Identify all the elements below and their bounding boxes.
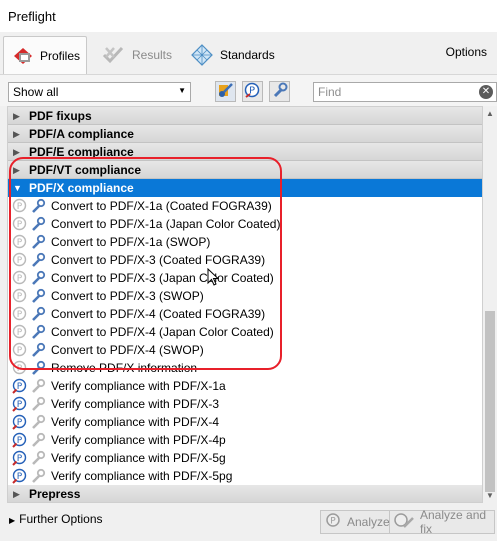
bottom-bar: ▶ Further Options P Analyze Analyze and f… bbox=[0, 503, 497, 541]
list-scrollbar[interactable]: ▲ ▼ bbox=[483, 106, 497, 503]
tab-standards-label: Standards bbox=[220, 48, 275, 62]
standards-icon bbox=[190, 44, 214, 66]
tab-results[interactable]: Results bbox=[92, 36, 180, 74]
profile-item-label: Verify compliance with PDF/X-5g bbox=[51, 451, 226, 465]
profile-item[interactable]: P Verify compliance with PDF/X-5pg bbox=[8, 467, 482, 485]
category-prepress[interactable]: ▶ Prepress bbox=[8, 485, 482, 502]
preflight-check-icon: P bbox=[244, 82, 261, 102]
mouse-cursor-icon bbox=[207, 267, 220, 290]
red-highlight-outline bbox=[9, 157, 282, 370]
filter-toolbar: Show all ▼ P ✕ bbox=[0, 74, 497, 106]
tab-bar: Profiles Results Standards Options bbox=[0, 32, 497, 74]
category-label: PDF/A compliance bbox=[29, 127, 134, 141]
expand-triangle-icon: ▶ bbox=[13, 129, 20, 139]
fixup-button[interactable] bbox=[269, 81, 290, 102]
svg-text:P: P bbox=[17, 472, 23, 482]
profile-item-label: Verify compliance with PDF/X-5pg bbox=[51, 469, 233, 483]
scrollbar-thumb[interactable] bbox=[485, 311, 495, 492]
profile-item-label: Verify compliance with PDF/X-4 bbox=[51, 415, 220, 429]
category-label: PDF fixups bbox=[29, 109, 92, 123]
profiles-icon bbox=[12, 45, 34, 67]
analyze-button[interactable]: P Analyze bbox=[320, 510, 395, 534]
profile-item-label: Verify compliance with PDF/X-3 bbox=[51, 397, 220, 411]
title-bar: Preflight bbox=[0, 0, 497, 32]
profile-item[interactable]: P Verify compliance with PDF/X-4p bbox=[8, 431, 482, 449]
profile-item[interactable]: P Verify compliance with PDF/X-5g bbox=[8, 449, 482, 467]
tab-profiles[interactable]: Profiles bbox=[3, 36, 87, 74]
dropdown-arrow-icon: ▼ bbox=[178, 86, 186, 95]
scroll-up-arrow-icon[interactable]: ▲ bbox=[486, 109, 494, 118]
clear-search-icon[interactable]: ✕ bbox=[479, 85, 493, 99]
filter-select-value: Show all bbox=[13, 85, 59, 99]
svg-text:P: P bbox=[17, 454, 23, 464]
profile-tools-icon bbox=[217, 82, 234, 102]
analyze-and-fix-button[interactable]: Analyze and fix bbox=[389, 508, 495, 536]
tab-results-label: Results bbox=[132, 48, 173, 62]
expand-triangle-icon: ▶ bbox=[13, 489, 20, 499]
profile-item-label: Verify compliance with PDF/X-4p bbox=[51, 433, 226, 447]
check-button[interactable]: P bbox=[242, 81, 263, 102]
filter-select[interactable]: Show all ▼ bbox=[8, 82, 191, 102]
tab-profiles-label: Profiles bbox=[40, 48, 81, 63]
analyze-label: Analyze bbox=[347, 515, 390, 529]
expand-triangle-icon: ▶ bbox=[9, 516, 16, 525]
further-options-label: Further Options bbox=[19, 512, 103, 526]
options-menu[interactable]: Options bbox=[446, 45, 487, 59]
svg-text:P: P bbox=[17, 400, 23, 410]
category-label: Prepress bbox=[29, 487, 81, 501]
profile-item-label: Verify compliance with PDF/X-1a bbox=[51, 379, 226, 393]
scroll-down-arrow-icon[interactable]: ▼ bbox=[486, 491, 494, 500]
window-title: Preflight bbox=[8, 9, 56, 24]
analyze-fix-label: Analyze and fix bbox=[420, 508, 487, 536]
category-pdf-fixups[interactable]: ▶ PDF fixups bbox=[8, 107, 482, 125]
find-input[interactable] bbox=[313, 82, 497, 102]
further-options-toggle[interactable]: ▶ Further Options bbox=[9, 512, 103, 526]
expand-triangle-icon: ▶ bbox=[13, 111, 20, 121]
svg-text:P: P bbox=[17, 418, 23, 428]
svg-text:P: P bbox=[17, 382, 23, 392]
profile-item[interactable]: P Verify compliance with PDF/X-3 bbox=[8, 395, 482, 413]
tab-standards[interactable]: Standards bbox=[182, 36, 283, 74]
svg-text:P: P bbox=[330, 516, 336, 526]
category-pdfa-compliance[interactable]: ▶ PDF/A compliance bbox=[8, 125, 482, 143]
wrench-icon bbox=[271, 82, 288, 102]
svg-text:P: P bbox=[17, 436, 23, 446]
profile-options-button[interactable] bbox=[215, 81, 236, 102]
profile-item[interactable]: P Verify compliance with PDF/X-4 bbox=[8, 413, 482, 431]
analyze-fix-icon bbox=[394, 512, 416, 533]
profile-item[interactable]: P Verify compliance with PDF/X-1a bbox=[8, 377, 482, 395]
results-icon bbox=[100, 44, 126, 66]
analyze-icon: P bbox=[325, 512, 343, 533]
